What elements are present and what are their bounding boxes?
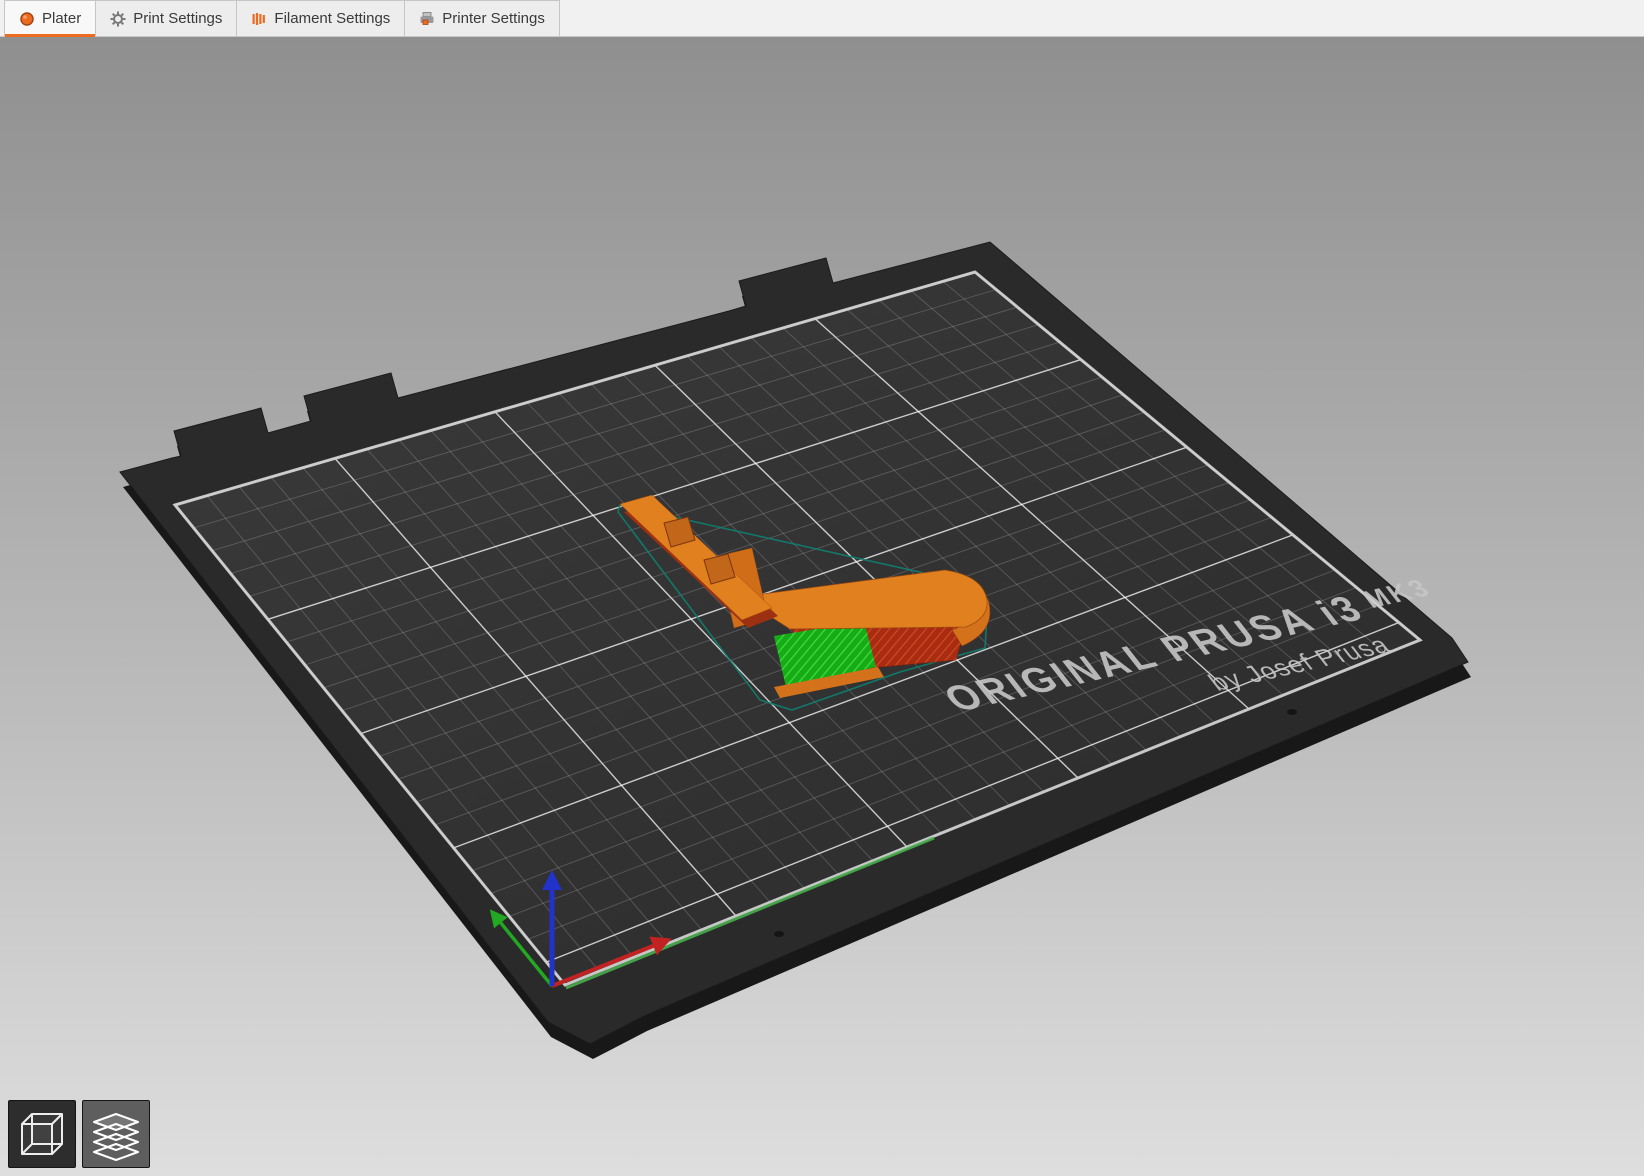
view-layers-button[interactable] <box>82 1100 150 1168</box>
view-mode-switch <box>8 1100 150 1168</box>
tab-printer-settings[interactable]: Printer Settings <box>404 0 560 36</box>
view-3d-button[interactable] <box>8 1100 76 1168</box>
cube-3d-icon <box>8 1100 76 1168</box>
bed-screw-hole <box>1287 709 1297 715</box>
filament-icon <box>251 11 267 27</box>
viewport-3d[interactable]: ORIGINAL PRUSA i3MK3 by Josef Prusa <box>0 37 1644 1176</box>
gear-icon <box>110 11 126 27</box>
slicer-app: Plater Print Settings Filament Settings … <box>0 0 1644 1176</box>
tab-filament-settings[interactable]: Filament Settings <box>236 0 406 36</box>
tab-plater[interactable]: Plater <box>4 0 97 37</box>
layers-icon <box>82 1100 150 1168</box>
bed-screw-hole <box>774 931 784 937</box>
scene-canvas: ORIGINAL PRUSA i3MK3 by Josef Prusa <box>119 241 1471 1059</box>
tab-label: Filament Settings <box>274 10 391 27</box>
tab-label: Print Settings <box>133 10 223 27</box>
printer-icon <box>419 11 435 27</box>
tab-label: Printer Settings <box>442 10 545 27</box>
plater-icon <box>19 11 35 27</box>
tab-print-settings[interactable]: Print Settings <box>95 0 238 36</box>
tab-label: Plater <box>42 10 82 27</box>
tab-bar: Plater Print Settings Filament Settings … <box>0 0 1644 37</box>
